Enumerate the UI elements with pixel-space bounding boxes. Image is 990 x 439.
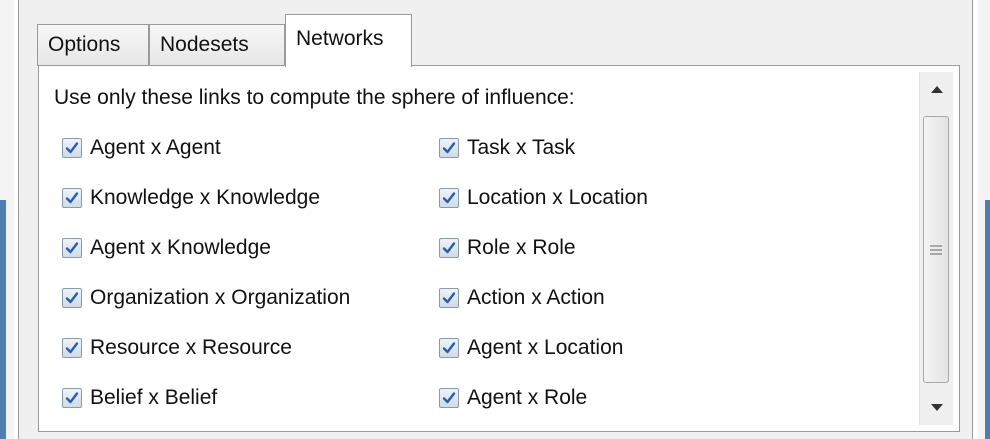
checkmark-icon	[442, 192, 456, 204]
checkbox-box[interactable]	[62, 238, 82, 258]
checkbox-label: Resource x Resource	[90, 336, 292, 359]
checkbox-box[interactable]	[439, 238, 459, 258]
checkmark-icon	[442, 342, 456, 354]
checkbox-organization-x-organization[interactable]: Organization x Organization	[62, 283, 350, 313]
checkbox-belief-x-belief[interactable]: Belief x Belief	[62, 383, 217, 413]
checkbox-box[interactable]	[439, 338, 459, 358]
checkbox-agent-x-agent[interactable]: Agent x Agent	[62, 133, 221, 163]
checkbox-label: Role x Role	[467, 236, 576, 259]
checkbox-label: Agent x Agent	[90, 136, 221, 159]
checkmark-icon	[442, 142, 456, 154]
checkbox-task-x-task[interactable]: Task x Task	[439, 133, 575, 163]
checkbox-label: Belief x Belief	[90, 386, 218, 409]
networks-panel: Use only these links to compute the sphe…	[38, 65, 960, 432]
checkbox-label: Agent x Role	[467, 386, 588, 409]
tab-options[interactable]: Options	[37, 24, 149, 66]
checkmark-icon	[65, 392, 79, 404]
checkmark-icon	[65, 292, 79, 304]
checkbox-box[interactable]	[439, 388, 459, 408]
checkmark-icon	[65, 192, 79, 204]
tab-label: Options	[48, 33, 121, 56]
window-right-edge	[978, 0, 990, 439]
tab-networks[interactable]: Networks	[285, 14, 412, 67]
checkmark-icon	[65, 142, 79, 154]
scroll-down-button[interactable]	[920, 391, 953, 425]
checkbox-label: Agent x Location	[467, 336, 624, 359]
checkbox-role-x-role[interactable]: Role x Role	[439, 233, 576, 263]
tab-label: Networks	[296, 27, 384, 50]
scroll-up-button[interactable]	[920, 72, 953, 106]
checkbox-box[interactable]	[62, 188, 82, 208]
checkbox-agent-x-location[interactable]: Agent x Location	[439, 333, 623, 363]
checkbox-label: Knowledge x Knowledge	[90, 186, 320, 209]
checkbox-action-x-action[interactable]: Action x Action	[439, 283, 605, 313]
checkbox-agent-x-knowledge[interactable]: Agent x Knowledge	[62, 233, 271, 263]
checkbox-box[interactable]	[439, 188, 459, 208]
checkmark-icon	[442, 292, 456, 304]
instruction-text: Use only these links to compute the sphe…	[54, 86, 575, 109]
tab-nodesets[interactable]: Nodesets	[149, 24, 285, 66]
checkmark-icon	[65, 242, 79, 254]
grip-icon	[930, 244, 942, 255]
window-accent-strip	[985, 200, 990, 439]
checkbox-agent-x-role[interactable]: Agent x Role	[439, 383, 587, 413]
checkmark-icon	[442, 392, 456, 404]
window-left-edge	[0, 0, 14, 439]
vertical-scrollbar[interactable]	[919, 72, 953, 425]
checkbox-label: Organization x Organization	[90, 286, 351, 309]
checkmark-icon	[442, 242, 456, 254]
window-accent-strip	[0, 200, 6, 439]
checkbox-resource-x-resource[interactable]: Resource x Resource	[62, 333, 292, 363]
checkbox-label: Action x Action	[467, 286, 605, 309]
checkbox-box[interactable]	[62, 288, 82, 308]
checkmark-icon	[65, 342, 79, 354]
arrow-down-icon	[930, 404, 943, 411]
checkbox-location-x-location[interactable]: Location x Location	[439, 183, 648, 213]
checkbox-label: Agent x Knowledge	[90, 236, 271, 259]
checkbox-box[interactable]	[62, 388, 82, 408]
arrow-up-icon	[930, 86, 943, 93]
scroll-thumb[interactable]	[923, 116, 949, 383]
checkbox-label: Location x Location	[467, 186, 648, 209]
checkbox-box[interactable]	[62, 138, 82, 158]
checkbox-box[interactable]	[439, 288, 459, 308]
checkbox-box[interactable]	[439, 138, 459, 158]
tab-label: Nodesets	[160, 33, 249, 56]
checkbox-label: Task x Task	[467, 136, 576, 159]
checkbox-box[interactable]	[62, 338, 82, 358]
checkbox-knowledge-x-knowledge[interactable]: Knowledge x Knowledge	[62, 183, 320, 213]
